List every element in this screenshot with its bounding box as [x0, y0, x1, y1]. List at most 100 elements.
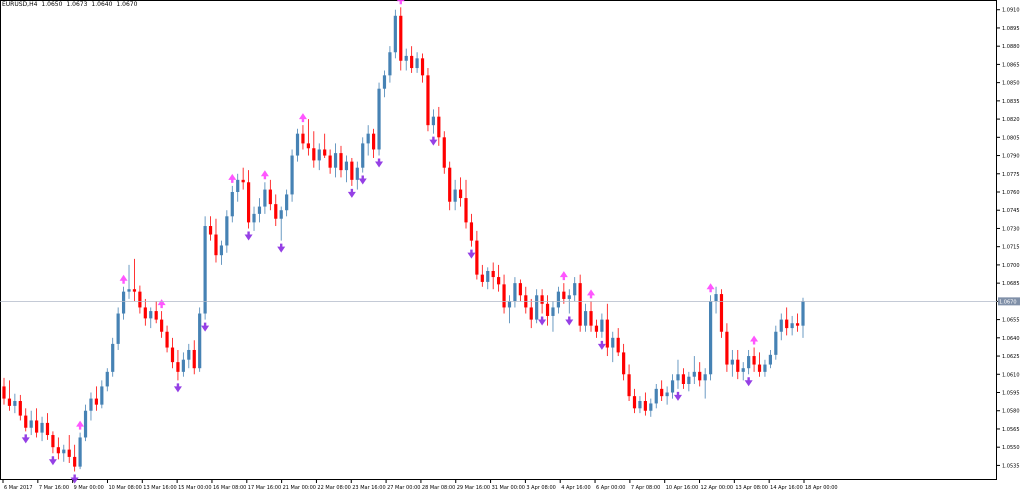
x-tick-label: 13 Apr 08:00 — [735, 485, 768, 491]
candle-body — [556, 291, 561, 308]
fractal-down-arrow — [70, 474, 79, 484]
candle-body — [279, 210, 283, 219]
candle-body — [236, 179, 240, 192]
candle-body — [420, 58, 425, 76]
candle-body — [687, 376, 691, 384]
x-tick-label: 10 Apr 16:00 — [666, 485, 699, 491]
fractal-up-arrow — [119, 274, 128, 284]
candle-body — [437, 116, 441, 138]
candle-body — [127, 289, 131, 292]
y-tick-label: 1.0835 — [1002, 99, 1020, 105]
candle-body — [339, 153, 343, 171]
candle-body — [774, 331, 778, 355]
candle-body — [795, 323, 800, 326]
y-tick-label: 1.0715 — [1002, 245, 1020, 251]
candle-body — [562, 291, 566, 299]
x-tick-label: 14 Apr 16:00 — [770, 485, 803, 491]
candle-body — [725, 331, 729, 365]
fractal-up-arrow — [396, 0, 405, 5]
candle-body — [768, 354, 772, 365]
candle-body — [551, 307, 555, 316]
x-tick-label: 31 Mar 00:00 — [492, 485, 525, 491]
open-value: 1.0650 — [41, 1, 63, 8]
x-tick-label: 29 Mar 16:00 — [457, 485, 490, 491]
y-tick-label: 1.0700 — [1002, 263, 1020, 269]
candle-body — [111, 343, 115, 372]
y-tick-label: 1.0805 — [1002, 135, 1020, 141]
candle-body — [246, 182, 251, 223]
candle-body — [491, 270, 495, 278]
x-tick-label: 6 Mar 2017 — [4, 485, 33, 491]
candle-body — [263, 189, 267, 207]
y-tick-label: 1.0535 — [1002, 463, 1020, 469]
candle-body — [382, 75, 387, 89]
x-tick-label: 17 Mar 16:00 — [248, 485, 281, 491]
chart-window[interactable]: EURUSD,H4 1.0650 1.0673 1.0640 1.0670 1.0910… — [0, 0, 1024, 493]
candle-body — [404, 55, 408, 61]
y-tick-label: 1.0880 — [1002, 44, 1020, 50]
x-tick-label: 27 Mar 00:00 — [387, 485, 420, 491]
candle-body — [105, 371, 109, 387]
plot-frame — [0, 0, 997, 480]
x-tick-label: 9 Mar 00:00 — [74, 485, 104, 491]
y-tick-label: 1.0820 — [1002, 117, 1020, 123]
fractal-down-arrow — [538, 316, 547, 326]
candle-body — [708, 301, 713, 375]
candle-body — [56, 447, 60, 454]
fractal-down-arrow — [173, 383, 182, 393]
candle-body — [458, 189, 463, 199]
fractal-up-arrow — [228, 173, 237, 183]
candle-body — [600, 319, 604, 332]
candle-body — [681, 374, 686, 384]
candle-body — [540, 295, 544, 304]
candle-body — [763, 364, 767, 372]
candle-body — [268, 189, 272, 205]
y-tick-label: 1.0745 — [1002, 208, 1020, 214]
candle-body — [295, 133, 300, 156]
candle-body — [317, 149, 321, 161]
candle-body — [89, 398, 93, 411]
x-tick-label: 15 Mar 00:00 — [178, 485, 211, 491]
candle-body — [51, 435, 55, 448]
candle-body — [83, 410, 88, 438]
candle-body — [62, 449, 66, 454]
fractal-down-arrow — [21, 434, 30, 444]
candle-body — [518, 283, 522, 296]
candle-body — [497, 277, 501, 285]
x-tick-label: 16 Mar 08:00 — [213, 485, 246, 491]
candle-body — [355, 167, 359, 180]
candle-body — [453, 189, 457, 202]
candle-body — [121, 291, 126, 314]
candle-body — [410, 55, 414, 69]
fractal-up-arrow — [706, 283, 715, 293]
candle-body — [676, 374, 680, 381]
candle-body — [469, 222, 474, 241]
candle-body — [154, 311, 158, 320]
candle-body — [730, 359, 734, 365]
candle-body — [605, 319, 609, 348]
current-price-label: 1.0670 — [999, 299, 1017, 305]
candle-body — [431, 116, 435, 126]
candle-body — [480, 274, 484, 282]
fractal-up-arrow — [750, 335, 759, 345]
fractal-down-arrow — [277, 243, 286, 253]
candle-body — [578, 283, 582, 326]
y-tick-label: 1.0610 — [1002, 372, 1020, 378]
candle-body — [116, 313, 120, 344]
y-tick-label: 1.0760 — [1002, 190, 1020, 196]
candle-body — [7, 398, 12, 406]
price-chart[interactable]: 1.0910 1.0895 1.0880 1.0865 1.0850 1.0835 1.08… — [0, 0, 1024, 493]
y-tick-label: 1.0790 — [1002, 154, 1020, 160]
candle-body — [529, 307, 533, 320]
candle-body — [741, 368, 745, 372]
y-tick-label: 1.0685 — [1002, 281, 1020, 287]
x-tick-label: 3 Apr 08:00 — [526, 485, 555, 491]
x-tick-label: 13 Mar 16:00 — [143, 485, 176, 491]
candle-body — [670, 380, 675, 393]
fractal-down-arrow — [565, 316, 574, 326]
y-tick-label: 1.0640 — [1002, 336, 1020, 342]
candle-body — [366, 133, 370, 144]
x-tick-label: 23 Mar 16:00 — [352, 485, 385, 491]
candle-body — [301, 133, 305, 144]
fractal-down-arrow — [467, 249, 476, 259]
